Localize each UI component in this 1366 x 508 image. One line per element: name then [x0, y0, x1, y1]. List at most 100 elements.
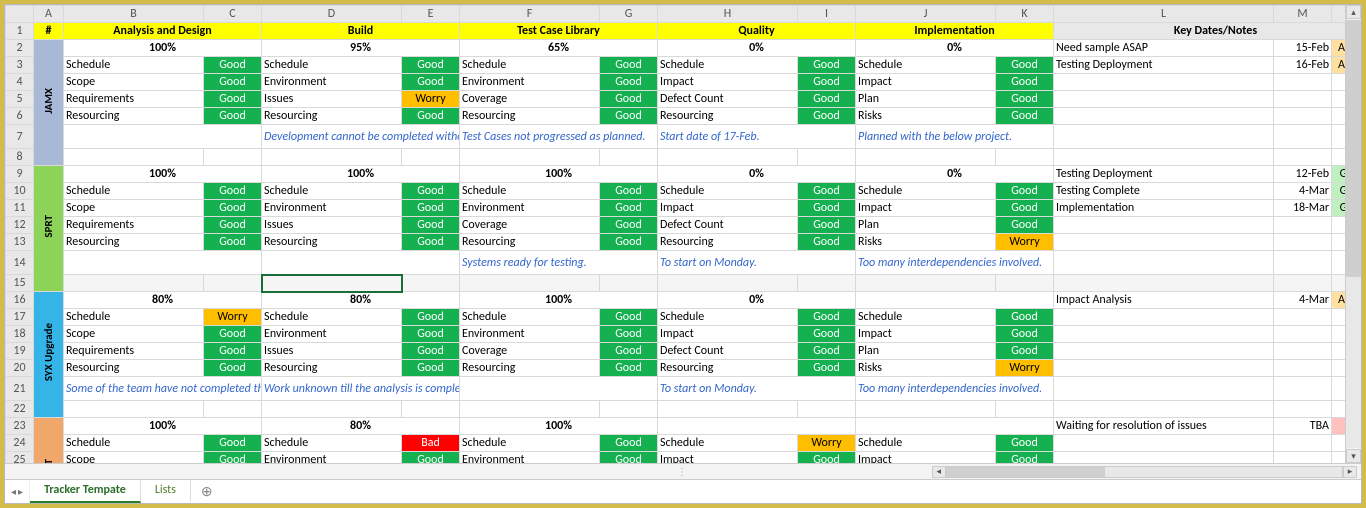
cell[interactable]: Schedule — [64, 309, 204, 326]
row-header-23[interactable]: 23 — [6, 418, 34, 435]
cell[interactable] — [460, 149, 600, 166]
pct-cell[interactable] — [856, 292, 1054, 309]
status-worry[interactable]: Worry — [798, 435, 856, 452]
cell[interactable]: Schedule — [460, 57, 600, 74]
cell[interactable]: Plan — [856, 217, 996, 234]
cell[interactable] — [1274, 91, 1332, 108]
comment-tcl[interactable]: Systems ready for testing. — [460, 251, 658, 275]
cell[interactable] — [600, 275, 658, 292]
row-header-2[interactable]: 2 — [6, 40, 34, 57]
cell[interactable] — [1274, 108, 1332, 125]
pct-cell[interactable]: 100% — [64, 40, 262, 57]
cell[interactable]: Impact — [658, 74, 798, 91]
status-good[interactable]: Good — [600, 91, 658, 108]
cell[interactable]: Schedule — [64, 183, 204, 200]
status-good[interactable]: Good — [996, 183, 1054, 200]
row-header-11[interactable]: 11 — [6, 200, 34, 217]
row-header-7[interactable]: 7 — [6, 125, 34, 149]
cell[interactable] — [798, 275, 856, 292]
row-header-9[interactable]: 9 — [6, 166, 34, 183]
cell[interactable]: Impact — [856, 452, 996, 464]
pct-cell[interactable]: 100% — [460, 166, 658, 183]
cell[interactable] — [1054, 452, 1274, 464]
status-good[interactable]: Good — [600, 74, 658, 91]
row-header-25[interactable]: 25 — [6, 452, 34, 464]
col-F[interactable]: F — [460, 6, 600, 23]
cell[interactable]: Coverage — [460, 217, 600, 234]
cell[interactable] — [856, 401, 996, 418]
pct-cell[interactable]: 100% — [64, 166, 262, 183]
cell[interactable]: Schedule — [64, 57, 204, 74]
column-headers-row[interactable]: A B C D E F G H I J K L M N — [6, 6, 1362, 23]
cell[interactable] — [64, 149, 204, 166]
status-good[interactable]: Good — [402, 74, 460, 91]
cell[interactable]: Risks — [856, 108, 996, 125]
comment-impl[interactable]: Too many interdependencies involved. — [856, 251, 1054, 275]
cell[interactable]: Testing Deployment — [1054, 57, 1274, 74]
cell[interactable] — [1274, 74, 1332, 91]
status-good[interactable]: Good — [798, 217, 856, 234]
status-good[interactable]: Good — [402, 108, 460, 125]
cell[interactable] — [402, 149, 460, 166]
status-good[interactable]: Good — [996, 452, 1054, 464]
cell[interactable] — [1054, 217, 1274, 234]
row-header-10[interactable]: 10 — [6, 183, 34, 200]
project-tab-JAMX[interactable]: JAMX — [34, 40, 64, 166]
cell[interactable]: Resourcing — [64, 234, 204, 251]
header-notes[interactable]: Key Dates/Notes — [1054, 23, 1362, 40]
cell[interactable] — [1054, 435, 1274, 452]
cell[interactable]: Risks — [856, 360, 996, 377]
status-good[interactable]: Good — [204, 234, 262, 251]
cell[interactable] — [1274, 125, 1332, 149]
scroll-down-button[interactable]: ▾ — [1346, 449, 1361, 463]
scroll-right-button[interactable]: ▸ — [1343, 466, 1357, 478]
row-header-1[interactable]: 1 — [6, 23, 34, 40]
cell[interactable] — [262, 401, 402, 418]
status-good[interactable]: Good — [402, 326, 460, 343]
cell[interactable]: 15-Feb — [1274, 40, 1332, 57]
cell[interactable]: Environment — [262, 326, 402, 343]
cell[interactable] — [1274, 275, 1332, 292]
row-header-6[interactable]: 6 — [6, 108, 34, 125]
status-good[interactable]: Good — [402, 309, 460, 326]
status-worry[interactable]: Worry — [204, 309, 262, 326]
pct-cell[interactable] — [658, 418, 856, 435]
cell[interactable]: Plan — [856, 91, 996, 108]
comment-impl[interactable]: Too many interdependencies involved. — [856, 377, 1054, 401]
status-good[interactable]: Good — [402, 57, 460, 74]
cell[interactable]: 18-Mar — [1274, 200, 1332, 217]
pct-cell[interactable]: 100% — [262, 166, 460, 183]
status-good[interactable]: Good — [402, 183, 460, 200]
cell[interactable]: Schedule — [856, 309, 996, 326]
status-good[interactable]: Good — [798, 108, 856, 125]
status-good[interactable]: Good — [402, 200, 460, 217]
hscroll-thumb[interactable] — [947, 467, 1105, 477]
row-header-12[interactable]: 12 — [6, 217, 34, 234]
cell[interactable]: Environment — [262, 74, 402, 91]
cell[interactable] — [798, 401, 856, 418]
cell[interactable]: Implementation — [1054, 200, 1274, 217]
cell[interactable]: Resourcing — [262, 360, 402, 377]
status-bad[interactable]: Bad — [402, 435, 460, 452]
cell[interactable]: Resourcing — [460, 360, 600, 377]
cell[interactable]: Environment — [262, 200, 402, 217]
cell[interactable]: Coverage — [460, 343, 600, 360]
cell[interactable]: Scope — [64, 200, 204, 217]
cell[interactable]: Schedule — [460, 435, 600, 452]
cell[interactable]: Testing Deployment — [1054, 166, 1274, 183]
status-good[interactable]: Good — [204, 200, 262, 217]
hscroll-track[interactable] — [946, 466, 1343, 478]
cell[interactable]: Impact — [658, 200, 798, 217]
cell[interactable]: Impact — [856, 74, 996, 91]
cell[interactable]: Defect Count — [658, 217, 798, 234]
status-good[interactable]: Good — [798, 326, 856, 343]
tab-nav-next[interactable]: ▸ — [18, 485, 23, 498]
pct-cell[interactable]: 100% — [460, 292, 658, 309]
horizontal-scrollbar[interactable]: ◂ ▸ — [695, 466, 1357, 478]
vertical-scrollbar[interactable]: ▴ ▾ — [1345, 5, 1361, 463]
cell[interactable]: Schedule — [64, 435, 204, 452]
cell[interactable] — [1054, 326, 1274, 343]
comment-build[interactable]: Development cannot be completed without … — [262, 125, 460, 149]
project-tab-SYX Upgrade[interactable]: SYX Upgrade — [34, 292, 64, 418]
cell[interactable]: Testing Complete — [1054, 183, 1274, 200]
